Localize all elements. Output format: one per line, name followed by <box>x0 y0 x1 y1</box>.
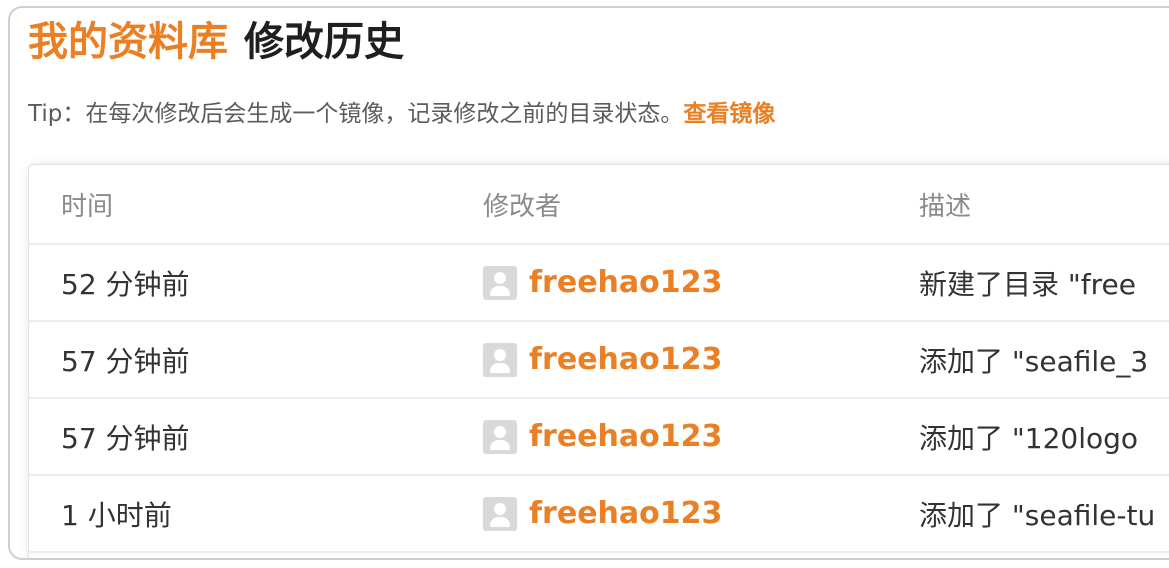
modifier-link[interactable]: freehao123 <box>529 342 722 377</box>
tip-label: Tip <box>28 101 63 127</box>
history-table: 时间 修改者 描述 52 分钟前 freehao123 新建了目录 "free … <box>28 164 1169 558</box>
tip-text: ：在每次修改后会生成一个镜像，记录修改之前的目录状态。 <box>62 101 684 127</box>
row-description: 添加了 "120logo <box>919 421 1139 455</box>
view-snapshot-link[interactable]: 查看镜像 <box>683 101 775 127</box>
row-modifier: freehao123 <box>483 399 722 474</box>
modifier-link[interactable]: freehao123 <box>529 265 722 300</box>
table-row: 57 分钟前 freehao123 添加了 "120logo <box>29 399 1169 476</box>
table-header-row: 时间 修改者 描述 <box>29 165 1169 245</box>
column-header-time: 时间 <box>61 191 114 222</box>
row-time: 57 分钟前 <box>61 421 190 455</box>
row-modifier: freehao123 <box>483 476 722 551</box>
page-heading: 我的资料库 修改历史 <box>28 14 404 70</box>
row-time: 57 分钟前 <box>61 344 190 378</box>
table-row: 1 小时前 freehao123 添加了 "seafile-tu <box>29 476 1169 553</box>
table-row: 57 分钟前 freehao123 添加了 "seafile_3 <box>29 322 1169 399</box>
page-title: 修改历史 <box>244 19 404 65</box>
library-breadcrumb-link[interactable]: 我的资料库 <box>28 19 228 65</box>
modifier-link[interactable]: freehao123 <box>529 496 722 531</box>
user-avatar-icon <box>483 342 517 377</box>
table-row: 52 分钟前 freehao123 新建了目录 "free <box>29 245 1169 322</box>
user-avatar-icon <box>483 265 517 300</box>
user-avatar-icon <box>483 496 517 531</box>
user-avatar-icon <box>483 419 517 454</box>
column-header-modifier: 修改者 <box>483 191 562 222</box>
column-header-description: 描述 <box>919 191 972 222</box>
history-panel: 我的资料库 修改历史 Tip：在每次修改后会生成一个镜像，记录修改之前的目录状态。… <box>8 6 1169 560</box>
row-time: 52 分钟前 <box>61 267 190 301</box>
row-description: 添加了 "seafile-tu <box>919 498 1156 532</box>
row-time: 1 小时前 <box>61 498 172 532</box>
row-description: 添加了 "seafile_3 <box>919 344 1149 378</box>
tip-line: Tip：在每次修改后会生成一个镜像，记录修改之前的目录状态。查看镜像 <box>28 94 775 134</box>
row-modifier: freehao123 <box>483 245 722 320</box>
row-modifier: freehao123 <box>483 322 722 397</box>
modifier-link[interactable]: freehao123 <box>529 419 722 454</box>
row-description: 新建了目录 "free <box>919 267 1136 301</box>
